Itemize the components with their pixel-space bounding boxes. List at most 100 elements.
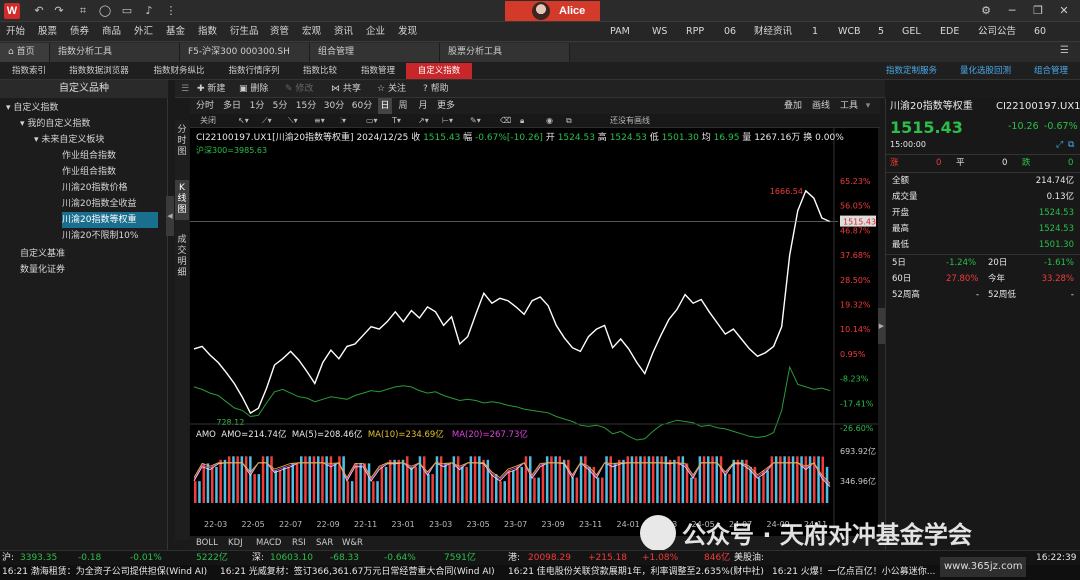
tree-item-selected[interactable]: 川渝20指数等权重 — [62, 212, 158, 228]
news-item[interactable]: 16:21 渤海租赁：为全资子公司提供担保(Wind AI) — [2, 565, 207, 580]
period-option[interactable]: 30分 — [322, 98, 346, 114]
tree-item[interactable]: 川渝20指数价格 — [62, 180, 127, 196]
help-button[interactable]: ? 帮助 — [423, 80, 449, 98]
user-button[interactable]: Alice — [505, 1, 600, 21]
period-option[interactable]: 1分 — [248, 98, 266, 114]
subtab-index-browser[interactable]: 指数数据浏览器 — [58, 63, 140, 79]
close-draw-button[interactable]: 关闭 — [200, 114, 216, 128]
drawline-button[interactable]: 画线 — [810, 98, 832, 114]
menu-item[interactable]: 债券 — [70, 22, 89, 42]
menu-item[interactable]: 宏观 — [302, 22, 321, 42]
vtab-trades[interactable]: 成交明细 — [175, 232, 189, 284]
sidebar-collapse-handle[interactable]: ◀ — [166, 196, 174, 236]
chevron-down-icon[interactable]: ▾ — [862, 98, 874, 114]
layers-icon[interactable]: ⧉ — [566, 114, 572, 128]
menu-item[interactable]: 商品 — [102, 22, 121, 42]
channel-tool-icon[interactable]: ≡▾ — [314, 114, 325, 128]
modify-button[interactable]: ✎ 修改 — [285, 80, 313, 98]
popout-icon[interactable]: ⧉ — [1068, 138, 1074, 152]
tab-home[interactable]: ⌂ 首页 — [0, 43, 50, 62]
period-option[interactable]: 月 — [416, 98, 430, 114]
tree-item[interactable]: 数量化证券 — [20, 262, 65, 278]
indicator-tab[interactable]: SAR — [316, 536, 333, 550]
menu-item[interactable]: 发现 — [398, 22, 417, 42]
bell-icon[interactable]: ♪ — [142, 4, 156, 18]
close-icon[interactable]: ✕ — [1056, 3, 1072, 19]
shape-tool-icon[interactable]: ▭▾ — [366, 114, 378, 128]
vtab-intraday[interactable]: 分时图 — [175, 122, 189, 162]
tree-item[interactable]: ▾ 我的自定义指数 — [20, 116, 90, 132]
indicator-tab[interactable]: KDJ — [228, 536, 243, 550]
period-option-active[interactable]: 日 — [378, 98, 392, 114]
ray-tool-icon[interactable]: ⟍▾ — [288, 114, 298, 128]
menu-item[interactable]: 1 — [812, 22, 818, 42]
period-option[interactable]: 分时 — [194, 98, 216, 114]
link-quant-backtest[interactable]: 量化选股回测 — [960, 63, 1011, 79]
tree-item[interactable]: 作业组合指数 — [62, 148, 116, 164]
delete-button[interactable]: ▣ 删除 — [239, 80, 268, 98]
tree-item[interactable]: 作业组合指数 — [62, 164, 116, 180]
subtab-index-finance[interactable]: 指数财务纵比 — [140, 63, 218, 79]
tree-item[interactable]: 川渝20指数全收益 — [62, 196, 136, 212]
period-option[interactable]: 5分 — [270, 98, 290, 114]
share-button[interactable]: ⋈ 共享 — [331, 80, 361, 98]
subtab-index-series[interactable]: 指数行情序列 — [218, 63, 290, 79]
indicator-tab[interactable]: MACD — [256, 536, 281, 550]
overlay-button[interactable]: 叠加 — [782, 98, 804, 114]
menu-item[interactable]: 股票 — [38, 22, 57, 42]
tools-button[interactable]: 工具 — [838, 98, 860, 114]
menu-item[interactable]: 财经资讯 — [754, 22, 792, 42]
tab-index-analysis[interactable]: 指数分析工具 — [50, 43, 180, 62]
tree-item[interactable]: ▾ 未来自定义板块 — [34, 132, 104, 148]
subtab-index-manage[interactable]: 指数管理 — [350, 63, 406, 79]
tab-portfolio[interactable]: 组合管理 — [310, 43, 440, 62]
back-icon[interactable]: ↶ — [32, 4, 46, 18]
follow-button[interactable]: ☆ 关注 — [377, 80, 406, 98]
minimize-icon[interactable]: ─ — [1004, 3, 1020, 19]
menu-item[interactable]: 5 — [878, 22, 884, 42]
kline-chart[interactable]: 65.23% 56.05% 46.87% 37.68% 28.50% 19.32% 10.1… — [190, 128, 878, 536]
measure-tool-icon[interactable]: ⊢▾ — [442, 114, 453, 128]
eye-icon[interactable]: ◉ — [546, 114, 553, 128]
right-panel-collapse-handle[interactable]: ▶ — [878, 308, 885, 344]
cursor-icon[interactable]: ↖▾ — [238, 114, 249, 128]
subtab-index-list[interactable]: 指数索引 — [0, 63, 58, 79]
vtab-kline[interactable]: K线图 — [175, 180, 189, 220]
restore-icon[interactable]: ❐ — [1030, 3, 1046, 19]
chat-icon[interactable]: ◯ — [98, 4, 112, 18]
menu-item[interactable]: 基金 — [166, 22, 185, 42]
period-option[interactable]: 多日 — [220, 98, 244, 114]
forward-icon[interactable]: ↷ — [52, 4, 66, 18]
restore-draw-button[interactable]: 还没有画线 — [610, 114, 650, 128]
tab-stock-analysis[interactable]: 股票分析工具 — [440, 43, 570, 62]
menu-icon[interactable]: ☰ — [181, 80, 189, 98]
subtab-index-compare[interactable]: 指数比较 — [290, 63, 350, 79]
more-icon[interactable]: ⋮ — [164, 4, 178, 18]
menu-item[interactable]: 06 — [724, 22, 736, 42]
news-item[interactable]: 16:21 火爆！一亿点百亿！小公募迷你... — [772, 565, 935, 580]
chart-area[interactable]: 65.23% 56.05% 46.87% 37.68% 28.50% 19.32% 10.1… — [190, 128, 878, 536]
menu-item[interactable]: 外汇 — [134, 22, 153, 42]
tab-menu-icon[interactable]: ☰ — [1060, 45, 1069, 56]
tree-item[interactable]: ▾ 自定义指数 — [6, 100, 58, 116]
text-tool-icon[interactable]: T▾ — [392, 114, 401, 128]
menu-item[interactable]: 衍生品 — [230, 22, 259, 42]
crop-icon[interactable]: ⌗ — [76, 4, 90, 18]
indicator-tab[interactable]: RSI — [292, 536, 306, 550]
lock-icon[interactable]: 🔒︎ — [520, 114, 524, 128]
expand-icon[interactable]: ⤢ — [1056, 138, 1063, 152]
news-item[interactable]: 16:21 光威复材：签订366,361.67万元日常经营重大合同(Wind A… — [220, 565, 495, 580]
arrow-tool-icon[interactable]: ↗▾ — [418, 114, 429, 128]
tab-hs300[interactable]: F5-沪深300 000300.SH — [180, 43, 310, 62]
menu-item[interactable]: GEL — [902, 22, 921, 42]
new-button[interactable]: ✚ 新建 — [197, 80, 225, 98]
link-portfolio[interactable]: 组合管理 — [1034, 63, 1068, 79]
period-option[interactable]: 周 — [396, 98, 410, 114]
period-option[interactable]: 60分 — [350, 98, 374, 114]
menu-item[interactable]: RPP — [686, 22, 704, 42]
menu-item[interactable]: PAM — [610, 22, 630, 42]
eraser-icon[interactable]: ⌫ — [500, 114, 511, 128]
avatar[interactable] — [532, 2, 550, 20]
menu-item[interactable]: 资管 — [270, 22, 289, 42]
brush-tool-icon[interactable]: ✎▾ — [470, 114, 481, 128]
